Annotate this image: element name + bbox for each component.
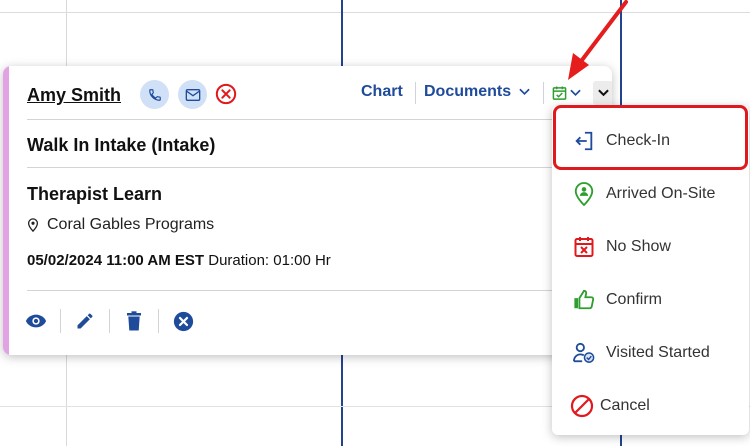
divider: [27, 290, 612, 291]
pencil-icon: [77, 313, 93, 329]
chevron-down-icon: [597, 89, 609, 97]
location-person-icon: [571, 181, 597, 207]
documents-label: Documents: [424, 83, 512, 100]
action-divider: [109, 309, 110, 333]
edit-button[interactable]: [72, 308, 98, 334]
delete-button[interactable]: [121, 308, 147, 334]
mail-icon: [185, 88, 200, 101]
close-circle-icon: [173, 311, 193, 331]
user-check-icon: [571, 340, 597, 366]
trash-icon: [127, 311, 141, 331]
menu-item-cancel[interactable]: Cancel: [552, 379, 749, 432]
calendar-x-icon: [571, 234, 597, 260]
cancel-appointment-button[interactable]: [170, 308, 196, 334]
menu-item-no-show[interactable]: No Show: [552, 220, 749, 273]
menu-item-label: Confirm: [606, 290, 663, 308]
location-row: Coral Gables Programs: [27, 216, 214, 234]
status-dropdown-button[interactable]: [552, 82, 586, 104]
menu-item-label: Visited Started: [606, 343, 710, 361]
email-button[interactable]: [178, 80, 207, 109]
appointment-type: Walk In Intake (Intake): [27, 135, 216, 155]
menu-item-label: Cancel: [600, 396, 650, 414]
map-pin-icon: [27, 218, 39, 232]
thumbs-up-icon: [571, 287, 597, 313]
call-button[interactable]: [140, 80, 169, 109]
appointment-popup: Amy Smith Chart Documents Walk In Intake…: [3, 66, 612, 355]
chevron-down-icon: [570, 89, 581, 97]
appointment-color-stripe: [3, 66, 9, 355]
link-divider: [543, 82, 544, 104]
menu-item-label: Arrived On-Site: [606, 184, 716, 202]
divider: [27, 167, 612, 168]
appointment-datetime: 05/02/2024 11:00 AM EST Duration: 01:00 …: [27, 252, 331, 269]
chevron-down-icon: [518, 88, 530, 96]
datetime-value: 05/02/2024 11:00 AM EST: [27, 252, 205, 269]
chart-link[interactable]: Chart: [361, 83, 403, 101]
more-options-button[interactable]: [593, 81, 612, 105]
action-divider: [158, 309, 159, 333]
documents-dropdown[interactable]: Documents: [424, 83, 530, 101]
menu-item-arrived-on-site[interactable]: Arrived On-Site: [552, 167, 749, 220]
calendar-header-strip: [0, 0, 750, 13]
eye-icon: [25, 314, 47, 328]
client-name-link[interactable]: Amy Smith: [27, 85, 121, 106]
location-name: Coral Gables Programs: [47, 216, 215, 233]
menu-item-confirm[interactable]: Confirm: [552, 273, 749, 326]
link-divider: [415, 82, 416, 104]
appointment-actions: [23, 308, 196, 334]
cancel-appointment-icon[interactable]: [215, 83, 237, 105]
menu-item-visited-started[interactable]: Visited Started: [552, 326, 749, 379]
duration-value: Duration: 01:00 Hr: [204, 252, 331, 269]
view-button[interactable]: [23, 308, 49, 334]
divider: [27, 119, 612, 120]
check-in-highlight-box: [553, 105, 748, 170]
phone-icon: [148, 88, 161, 101]
menu-item-label: No Show: [606, 237, 671, 255]
calendar-check-icon: [552, 86, 567, 100]
cancel-circle-icon: [569, 393, 595, 419]
action-divider: [60, 309, 61, 333]
provider-name: Therapist Learn: [27, 184, 163, 204]
